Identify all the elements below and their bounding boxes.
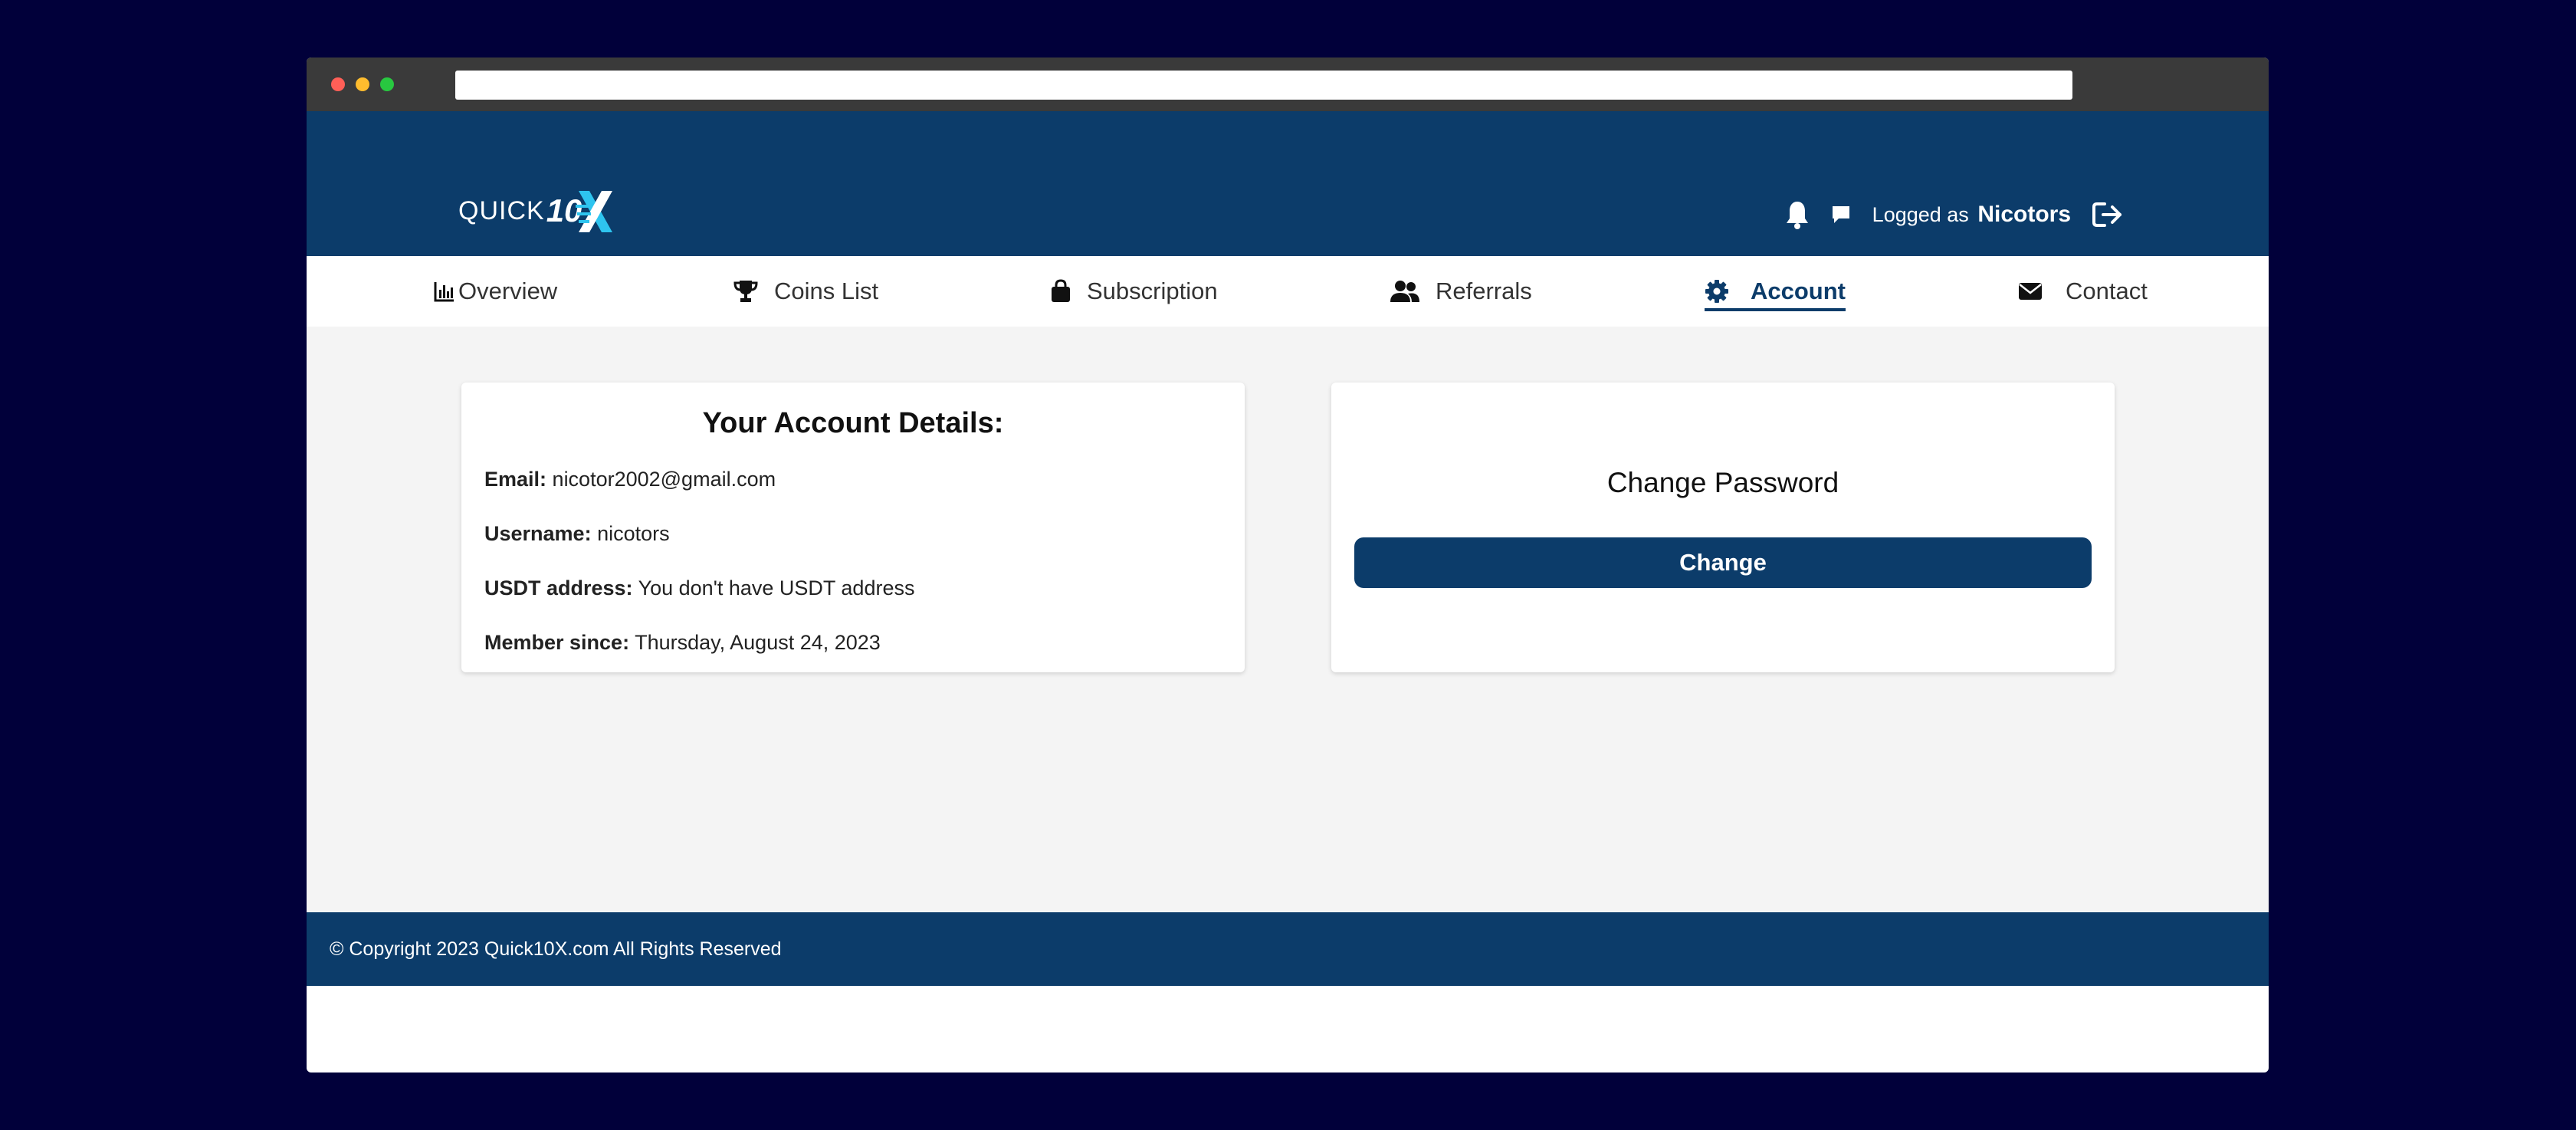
username-value: nicotors (597, 522, 670, 545)
close-window-dot[interactable] (331, 77, 345, 91)
browser-chrome (307, 57, 2269, 111)
usdt-label: USDT address: (484, 576, 633, 599)
detail-usdt-address: USDT address: You don't have USDT addres… (484, 576, 1222, 600)
member-since-label: Member since: (484, 631, 630, 654)
shopping-bag-icon (1050, 279, 1071, 304)
member-since-value: Thursday, August 24, 2023 (635, 631, 881, 654)
logout-icon[interactable] (2092, 201, 2125, 228)
user-area: Logged as Nicotors (1785, 195, 2125, 234)
active-tab-underline (1705, 308, 1846, 311)
email-value: nicotor2002@gmail.com (552, 468, 776, 491)
users-icon (1390, 280, 1420, 303)
nav-label-overview: Overview (458, 278, 558, 304)
account-details-title: Your Account Details: (702, 407, 1004, 439)
maximize-window-dot[interactable] (380, 77, 394, 91)
account-details-card: Your Account Details: Email: nicotor2002… (461, 383, 1245, 672)
footer: © Copyright 2023 Quick10X.com All Rights… (307, 912, 2269, 986)
username-label: Username: (484, 522, 592, 545)
change-password-card: Change Password Change (1331, 383, 2115, 672)
gear-icon (1705, 279, 1729, 304)
nav-item-subscription[interactable]: Subscription (1050, 256, 1218, 327)
logged-username: Nicotors (1977, 202, 2071, 227)
nav-label-contact: Contact (2066, 278, 2148, 304)
nav-label-account: Account (1751, 278, 1846, 304)
nav-item-contact[interactable]: Contact (2018, 256, 2148, 327)
email-label: Email: (484, 468, 547, 491)
quick10x-logo[interactable]: QUICK 10 (458, 185, 615, 234)
nav-item-account[interactable]: Account (1705, 256, 1846, 327)
detail-member-since: Member since: Thursday, August 24, 2023 (484, 631, 1222, 655)
nav-item-coins-list[interactable]: Coins List (733, 256, 878, 327)
bar-chart-icon (434, 281, 455, 302)
browser-window: QUICK 10 Logged as Nicotors Overview Coi… (307, 57, 2269, 1073)
nav-label-referrals: Referrals (1436, 278, 1532, 304)
trophy-icon (733, 278, 759, 304)
detail-email: Email: nicotor2002@gmail.com (484, 468, 1222, 491)
nav-item-referrals[interactable]: Referrals (1390, 256, 1532, 327)
nav-label-subscription: Subscription (1087, 278, 1218, 304)
logged-prefix: Logged as (1872, 203, 1969, 226)
logo-text: QUICK (458, 196, 545, 225)
change-password-button[interactable]: Change (1354, 537, 2092, 588)
logged-as-label: Logged as Nicotors (1872, 202, 2071, 228)
nav-item-overview[interactable]: Overview (434, 256, 557, 327)
bell-icon[interactable] (1785, 200, 1810, 229)
url-bar[interactable] (455, 71, 2072, 100)
nav-label-coins-list: Coins List (774, 278, 879, 304)
envelope-icon (2018, 281, 2043, 301)
usdt-value: You don't have USDT address (638, 576, 915, 599)
copyright-text: © Copyright 2023 Quick10X.com All Rights… (330, 938, 782, 960)
main-nav: Overview Coins List Subscription Referra… (307, 256, 2269, 327)
change-password-title: Change Password (1606, 467, 1839, 498)
chat-icon[interactable] (1831, 205, 1851, 225)
detail-username: Username: nicotors (484, 522, 1222, 546)
logo-x-mark-icon (576, 189, 615, 234)
top-header: QUICK 10 Logged as Nicotors (307, 111, 2269, 256)
minimize-window-dot[interactable] (356, 77, 369, 91)
main-content: Your Account Details: Email: nicotor2002… (307, 327, 2269, 912)
